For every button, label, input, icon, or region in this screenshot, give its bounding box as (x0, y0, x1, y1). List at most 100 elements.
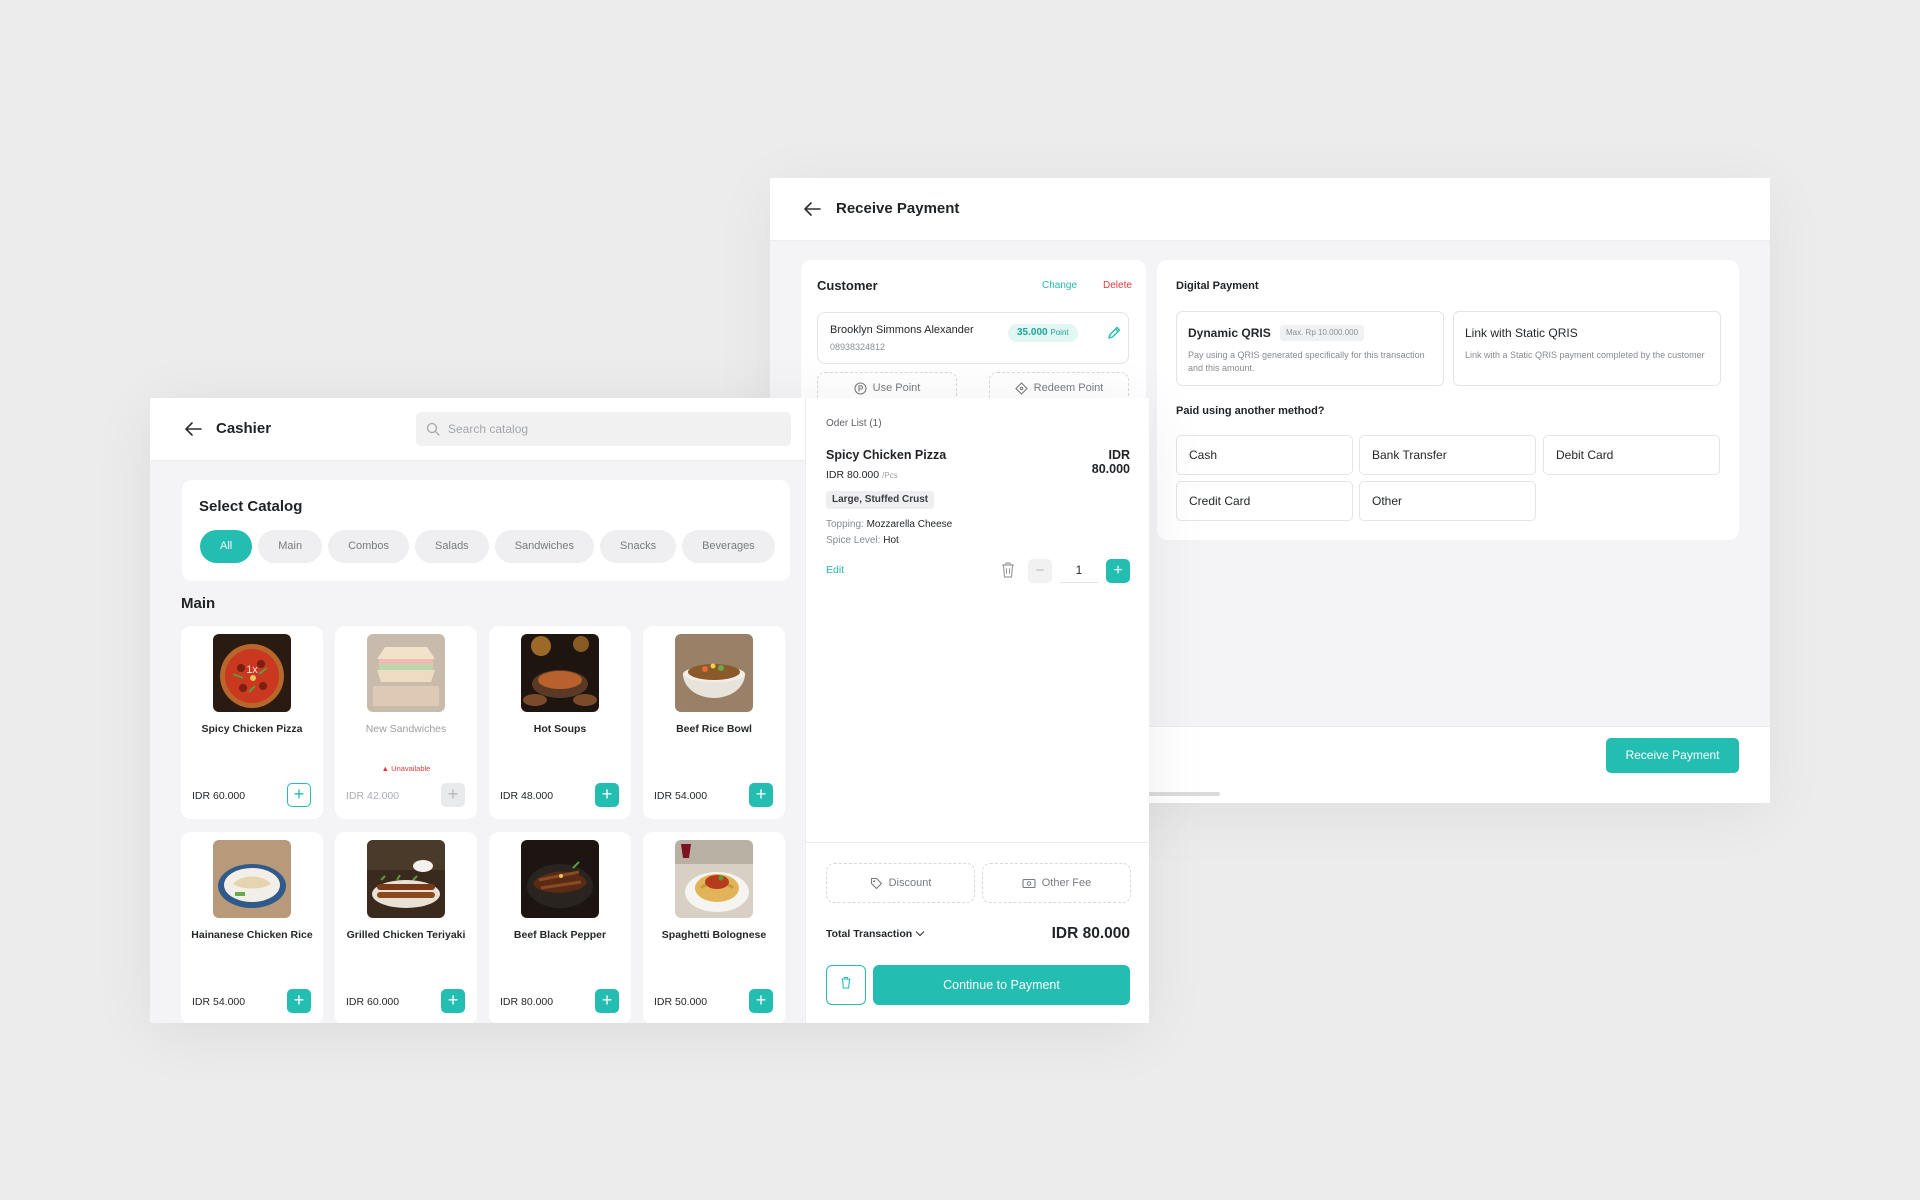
category-chip-sandwiches[interactable]: Sandwiches (494, 530, 595, 563)
select-catalog-label: Select Catalog (199, 498, 303, 515)
total-transaction-toggle[interactable]: Total Transaction (826, 928, 925, 940)
product-image (213, 840, 291, 918)
quantity-value[interactable]: 1 (1060, 559, 1098, 583)
method-credit-card[interactable]: Credit Card (1176, 481, 1353, 521)
option-description: Pay using a QRIS generated specifically … (1188, 350, 1425, 373)
product-card[interactable]: Beef Black Pepper IDR 80.000 + (489, 832, 631, 1023)
option-title: Link with Static QRIS (1465, 326, 1578, 340)
product-card[interactable]: Hot Soups IDR 48.000 + (489, 626, 631, 819)
points-unit: Point (1050, 328, 1069, 337)
product-price: IDR 60.000 (192, 790, 246, 802)
product-price: IDR 48.000 (500, 790, 554, 802)
category-chip-beverages[interactable]: Beverages (682, 530, 775, 563)
total-label: Total Transaction (826, 928, 913, 940)
static-qris-option[interactable]: Link with Static QRIS Link with a Static… (1453, 311, 1721, 386)
order-panel: Oder List (1) Spicy Chicken Pizza IDR 80… (805, 398, 1149, 1023)
product-card[interactable]: Spaghetti Bolognese IDR 50.000 + (643, 832, 785, 1023)
back-arrow-icon[interactable] (802, 200, 822, 218)
method-other[interactable]: Other (1359, 481, 1536, 521)
product-image (675, 634, 753, 712)
use-point-label: Use Point (872, 382, 921, 394)
product-card[interactable]: Hainanese Chicken Rice IDR 54.000 + (181, 832, 323, 1023)
trash-icon (840, 976, 852, 994)
search-bar[interactable] (416, 412, 791, 446)
other-fee-label: Other Fee (1041, 877, 1092, 889)
topping-value: Mozzarella Cheese (866, 519, 953, 530)
product-name: Spicy Chicken Pizza (201, 723, 303, 735)
unit-price-value: IDR 80.000 (826, 469, 880, 481)
chevron-down-icon (915, 928, 925, 940)
product-price: IDR 80.000 (500, 996, 554, 1008)
cash-icon (1022, 878, 1036, 889)
product-card[interactable]: Beef Rice Bowl IDR 54.000 + (643, 626, 785, 819)
clear-order-button[interactable] (826, 965, 866, 1005)
product-name: Beef Rice Bowl (676, 723, 752, 735)
product-card[interactable]: 1x Spicy Chicken Pizza IDR 60.000 + (181, 626, 323, 819)
add-to-cart-button[interactable]: + (287, 783, 311, 807)
unavailable-status: ▲ Unavailable (335, 764, 477, 773)
dynamic-qris-option[interactable]: Dynamic QRIS Max. Rp 10.000.000 Pay usin… (1176, 311, 1444, 386)
continue-to-payment-button[interactable]: Continue to Payment (873, 965, 1130, 1005)
section-title: Main (181, 595, 216, 612)
product-name: Hot Soups (533, 723, 587, 735)
decrease-qty-button[interactable]: − (1028, 559, 1052, 583)
edit-item-link[interactable]: Edit (826, 564, 844, 576)
other-fee-button[interactable]: Other Fee (982, 863, 1131, 903)
product-price: IDR 42.000 (346, 790, 400, 802)
add-to-cart-button[interactable]: + (595, 989, 619, 1013)
customer-info-box: Brooklyn Simmons Alexander 08938324812 3… (817, 312, 1129, 364)
add-to-cart-button[interactable]: + (595, 783, 619, 807)
add-to-cart-button[interactable]: + (749, 989, 773, 1013)
delete-customer-link[interactable]: Delete (1103, 280, 1132, 291)
increase-qty-button[interactable]: + (1106, 559, 1130, 583)
unavailable-label: Unavailable (391, 764, 431, 773)
option-description: Link with a Static QRIS payment complete… (1465, 350, 1705, 360)
method-cash[interactable]: Cash (1176, 435, 1353, 475)
search-icon (426, 422, 440, 436)
category-chip-main[interactable]: Main (258, 530, 323, 563)
customer-label: Customer (817, 278, 878, 293)
order-item-total: IDR 80.000 (1091, 448, 1130, 476)
topping-label: Topping: (826, 519, 864, 530)
product-price: IDR 54.000 (192, 996, 246, 1008)
back-arrow-icon[interactable] (183, 420, 203, 438)
add-to-cart-button[interactable]: + (749, 783, 773, 807)
method-debit-card[interactable]: Debit Card (1543, 435, 1720, 475)
product-name: New Sandwiches (365, 723, 447, 735)
method-bank-transfer[interactable]: Bank Transfer (1359, 435, 1536, 475)
spice-label: Spice Level: (826, 535, 881, 546)
ticket-icon (1014, 381, 1028, 395)
total-value: IDR 80.000 (1051, 925, 1130, 942)
category-chip-combos[interactable]: Combos (328, 530, 410, 563)
point-coin-icon (854, 381, 867, 395)
discount-label: Discount (888, 877, 932, 889)
category-chip-all[interactable]: All (200, 530, 253, 563)
add-to-cart-button[interactable]: + (287, 989, 311, 1013)
product-name: Spaghetti Bolognese (661, 929, 767, 941)
receive-payment-button[interactable]: Receive Payment (1606, 738, 1739, 773)
pencil-icon[interactable] (1106, 325, 1122, 341)
cashier-window: Cashier Select Catalog All Main Combos S… (150, 398, 1149, 1023)
cashier-header: Cashier (150, 398, 805, 461)
product-card[interactable]: New Sandwiches ▲ Unavailable IDR 42.000 … (335, 626, 477, 819)
customer-card: Customer Change Delete Brooklyn Simmons … (801, 260, 1146, 420)
spice-line: Spice Level: Hot (826, 535, 899, 546)
category-chip-salads[interactable]: Salads (415, 530, 489, 563)
product-image (675, 840, 753, 918)
points-value: 35.000 (1017, 327, 1048, 338)
receive-payment-header: Receive Payment (770, 178, 1770, 241)
add-to-cart-button[interactable]: + (441, 989, 465, 1013)
search-input[interactable] (448, 412, 778, 446)
change-customer-link[interactable]: Change (1042, 280, 1077, 291)
variant-badge: Large, Stuffed Crust (826, 491, 935, 509)
trash-icon[interactable] (1000, 561, 1016, 579)
points-badge: 35.000 Point (1008, 324, 1078, 342)
category-chip-snacks[interactable]: Snacks (600, 530, 677, 563)
customer-phone: 08938324812 (830, 342, 886, 352)
product-card[interactable]: Grilled Chicken Teriyaki IDR 60.000 + (335, 832, 477, 1023)
order-list-label: Oder List (1) (826, 418, 882, 429)
product-price: IDR 60.000 (346, 996, 400, 1008)
discount-button[interactable]: Discount (826, 863, 975, 903)
select-catalog-card: Select Catalog All Main Combos Salads Sa… (182, 480, 790, 581)
order-item-name: Spicy Chicken Pizza (826, 448, 947, 462)
